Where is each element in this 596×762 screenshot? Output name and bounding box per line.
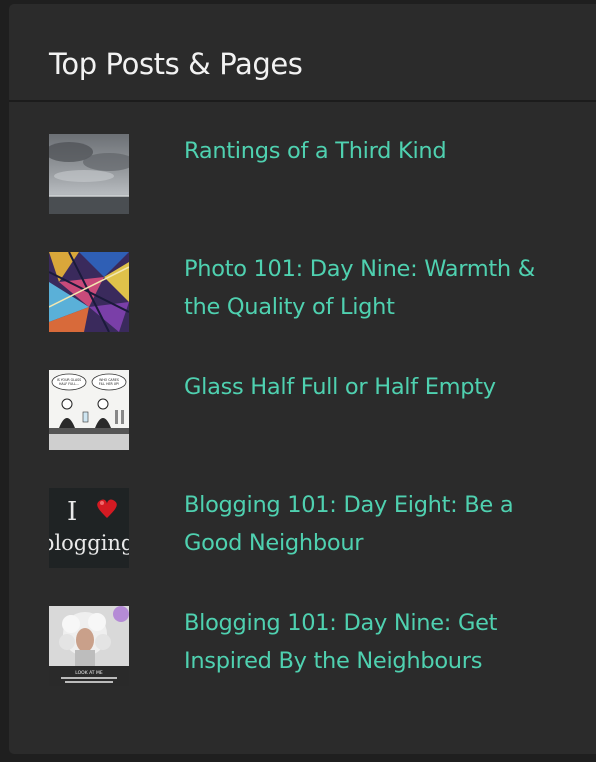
- svg-text:HALF FULL...: HALF FULL...: [59, 382, 79, 386]
- title-divider: [9, 100, 596, 102]
- post-thumbnail[interactable]: LOOK AT ME: [49, 606, 129, 686]
- post-title-link[interactable]: Blogging 101: Day Nine: Get Inspired By …: [184, 604, 594, 680]
- top-posts-widget: Top Posts & Pages Rantings of a Third Ki…: [9, 4, 596, 754]
- poster-caption: LOOK AT ME: [75, 670, 103, 676]
- post-thumbnail[interactable]: [49, 252, 129, 332]
- post-title-link[interactable]: Blogging 101: Day Eight: Be a Good Neigh…: [184, 486, 594, 562]
- post-title-link[interactable]: Rantings of a Third Kind: [184, 132, 594, 170]
- post-thumbnail[interactable]: IS YOUR GLASS HALF FULL... WHO CARES FIL…: [49, 370, 129, 450]
- svg-text:FILL HER UP!: FILL HER UP!: [99, 382, 120, 386]
- portrait-poster-image-icon: LOOK AT ME: [49, 606, 129, 686]
- i-love-blogging-image-icon: I blogging: [49, 488, 129, 568]
- blog-i-text: I: [67, 497, 77, 527]
- widget-title: Top Posts & Pages: [49, 47, 303, 81]
- post-thumbnail[interactable]: [49, 134, 129, 214]
- blog-word-text: blogging: [49, 531, 129, 555]
- post-title-link[interactable]: Glass Half Full or Half Empty: [184, 368, 594, 406]
- post-title-link[interactable]: Photo 101: Day Nine: Warmth & the Qualit…: [184, 250, 594, 326]
- cloudy-sea-photo-icon: [49, 134, 129, 214]
- colorful-glass-photo-icon: [49, 252, 129, 332]
- bar-cartoon-image-icon: IS YOUR GLASS HALF FULL... WHO CARES FIL…: [49, 370, 129, 450]
- post-thumbnail[interactable]: I blogging: [49, 488, 129, 568]
